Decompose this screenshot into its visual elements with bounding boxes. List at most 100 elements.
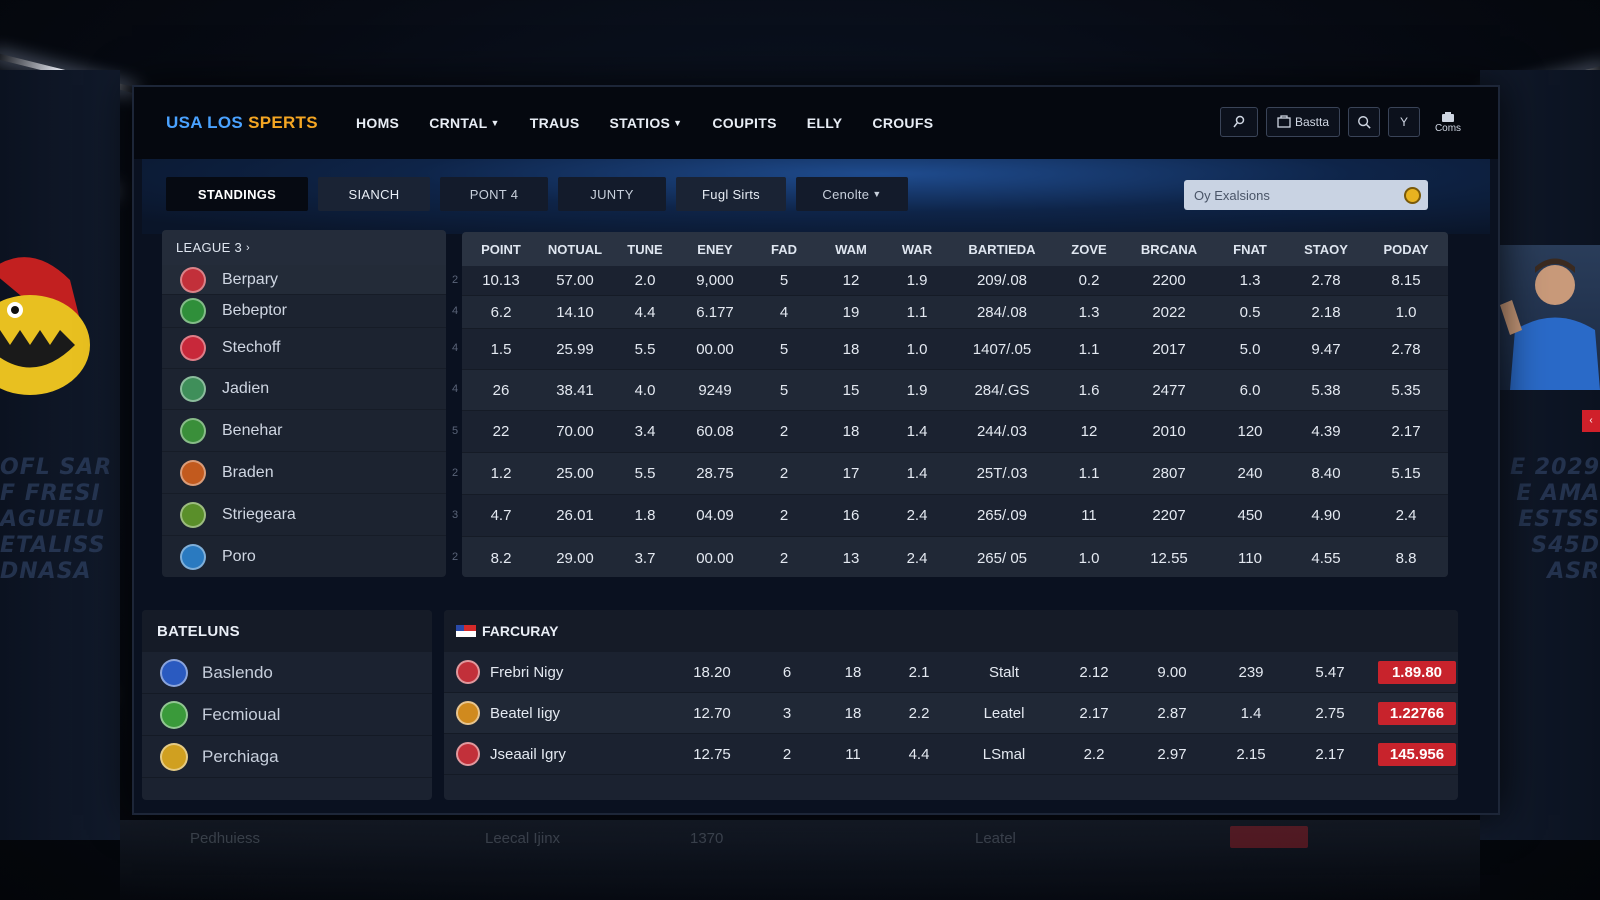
column-header[interactable]: WAM <box>818 242 884 257</box>
table-row[interactable]: 4.7 26.01 1.8 04.09 2 16 2.4 265/.09 11 2207 450 4.… <box>462 495 1448 537</box>
table-cell: 2207 <box>1152 507 1186 524</box>
column-header[interactable]: BRCANA <box>1124 242 1214 257</box>
search-input[interactable]: Oy Exalsions <box>1184 180 1428 210</box>
table-cell: 244/.03 <box>976 423 1028 440</box>
column-header[interactable]: FAD <box>750 242 818 257</box>
nav-item-crntal[interactable]: CRNTAL ▼ <box>429 115 500 131</box>
nav-item-coupits[interactable]: COUPITS <box>712 115 776 131</box>
search-ball-icon[interactable] <box>1404 187 1421 204</box>
team-name: Braden <box>222 463 274 481</box>
search-icon <box>1358 116 1371 129</box>
column-header[interactable]: ZOVE <box>1054 242 1124 257</box>
tab-pont-4[interactable]: PONT 4 <box>440 177 548 211</box>
fixture-cell: 2.75 <box>1315 704 1345 722</box>
nav-item-statios[interactable]: STATIOS ▼ <box>609 115 682 131</box>
table-row[interactable]: 1.2 25.00 5.5 28.75 2 17 1.4 25T/.03 1.1 2807 240 8… <box>462 453 1448 495</box>
cams-label: Coms <box>1434 122 1462 134</box>
league-team-row[interactable]: Stechoff <box>162 328 446 369</box>
nav-item-traus[interactable]: TRAUS <box>530 115 580 131</box>
fixture-cell: 2.12 <box>1079 663 1109 681</box>
column-header[interactable]: ENEY <box>680 242 750 257</box>
column-header[interactable]: WAR <box>884 242 950 257</box>
column-header[interactable]: NOTUAL <box>540 242 610 257</box>
league-team-row[interactable]: Braden <box>162 452 446 494</box>
table-cell: 5.5 <box>634 340 656 358</box>
table-cell: 9.47 <box>1311 340 1341 358</box>
nav-item-croufs[interactable]: CROUFS <box>872 115 933 131</box>
table-row[interactable]: 6.2 14.10 4.4 6.177 4 19 1.1 284/.08 1.3 2022 0.5 2… <box>462 296 1448 329</box>
close-button[interactable]: Y <box>1388 107 1420 137</box>
table-cell: 1.4 <box>906 465 928 482</box>
column-header[interactable]: STAOY <box>1286 242 1366 257</box>
table-cell: 2 <box>779 465 789 482</box>
tab-sianch[interactable]: SIANCH <box>318 177 430 211</box>
nav-item-elly[interactable]: ELLY <box>807 115 843 131</box>
table-row[interactable]: 22 70.00 3.4 60.08 2 18 1.4 244/.03 12 2010 120 4.3… <box>462 411 1448 453</box>
table-cell: 284/.08 <box>976 303 1028 321</box>
column-header[interactable]: POINT <box>462 242 540 257</box>
tab-cenolte[interactable]: Cenolte ▼ <box>796 177 908 211</box>
tab-fugl-sirts[interactable]: Fugl Sirts <box>676 177 786 211</box>
table-row[interactable]: 26 38.41 4.0 9249 5 15 1.9 284/.GS 1.6 2477 6.0 5.3… <box>462 370 1448 411</box>
cams-button[interactable]: Coms <box>1428 107 1468 137</box>
basket-button[interactable]: Bastta <box>1266 107 1340 137</box>
table-cell: 1.9 <box>906 272 928 289</box>
fixture-row[interactable]: Beatel Iigy 12.70 3 18 2.2 Leatel 2.17 2.87 1.4 2… <box>444 693 1458 734</box>
battler-name: Fecmioual <box>202 704 281 724</box>
battler-row[interactable]: Perchiaga <box>142 736 432 778</box>
table-cell: 26.01 <box>556 507 594 524</box>
table-cell: 6.2 <box>490 303 512 321</box>
table-row[interactable]: 8.2 29.00 3.7 00.00 2 13 2.4 265/ 05 1.0 12.55 110… <box>462 537 1448 577</box>
table-cell: 5 <box>779 340 789 358</box>
table-cell: 4.7 <box>490 507 512 524</box>
league-team-row[interactable]: Poro <box>162 536 446 577</box>
player-photo <box>1500 245 1600 390</box>
table-cell: 13 <box>842 549 860 567</box>
table-cell: 11 <box>1081 507 1097 524</box>
table-cell: 5.5 <box>634 465 656 482</box>
table-cell: 2022 <box>1152 303 1186 321</box>
brand-accent: SPERTS <box>248 113 318 132</box>
odds-badge[interactable]: 145.956 <box>1378 742 1456 766</box>
table-row[interactable]: 10.13 57.00 2.0 9,000 5 12 1.9 209/.08 0.2 2200 1.… <box>462 266 1448 296</box>
league-team-row[interactable]: Jadien <box>162 369 446 410</box>
table-cell: 5.0 <box>1239 340 1261 358</box>
table-cell: 57.00 <box>556 272 594 289</box>
column-header[interactable]: BARTIEDA <box>950 242 1054 257</box>
battler-row[interactable]: Fecmioual <box>142 694 432 736</box>
table-cell: 2.18 <box>1311 303 1341 321</box>
team-crest-icon <box>456 701 480 725</box>
league-team-row[interactable]: Striegeara <box>162 494 446 536</box>
league-team-row[interactable]: Berpary <box>162 265 446 295</box>
column-header[interactable]: FNAT <box>1214 242 1286 257</box>
nav-item-homs[interactable]: HOMS <box>356 115 399 131</box>
column-header[interactable]: PODAY <box>1366 242 1446 257</box>
tab-standings[interactable]: STANDINGS <box>166 177 308 211</box>
table-cell: 14.10 <box>556 303 594 321</box>
table-row[interactable]: 1.5 25.99 5.5 00.00 5 18 1.0 1407/.05 1.1 2017 5.0… <box>462 329 1448 370</box>
search-button[interactable] <box>1348 107 1380 137</box>
table-cell: 8.15 <box>1391 272 1421 289</box>
tab-junty[interactable]: JUNTY <box>558 177 666 211</box>
odds-badge[interactable]: 1.89.80 <box>1378 660 1456 684</box>
league-team-row[interactable]: Bebeptor <box>162 295 446 328</box>
chevron-down-icon: ▼ <box>673 118 683 128</box>
battler-row[interactable]: Baslendo <box>142 652 432 694</box>
column-header[interactable]: TUNE <box>610 242 680 257</box>
table-cell: 265/ 05 <box>976 549 1028 567</box>
fixture-cell: 4.4 <box>908 745 930 763</box>
table-cell: 1.4 <box>906 423 928 440</box>
main-nav: HOMS CRNTAL ▼ TRAUS STATIOS ▼ COUPITS ELLY… <box>356 115 963 131</box>
fixture-cell: 12.75 <box>693 745 731 763</box>
fixture-row[interactable]: Frebri Nigy 18.20 6 18 2.1 Stalt 2.12 9.00 239 5.… <box>444 652 1458 693</box>
table-cell: 15 <box>842 381 860 399</box>
table-cell: 4.0 <box>634 381 656 399</box>
pin-button[interactable] <box>1220 107 1258 137</box>
league-team-row[interactable]: Benehar <box>162 410 446 452</box>
fixture-row[interactable]: Jseaail Igry 12.75 2 11 4.4 LSmal 2.2 2.97 2.15 2… <box>444 734 1458 775</box>
table-cell: 1.1 <box>906 303 928 321</box>
table-cell: 2.0 <box>634 272 656 289</box>
odds-badge[interactable]: 1.22766 <box>1378 701 1456 725</box>
brand-logo[interactable]: USA LOS SPERTS <box>166 113 318 133</box>
app-screen: USA LOS SPERTS HOMS CRNTAL ▼ TRAUS STATIO… <box>132 85 1500 815</box>
